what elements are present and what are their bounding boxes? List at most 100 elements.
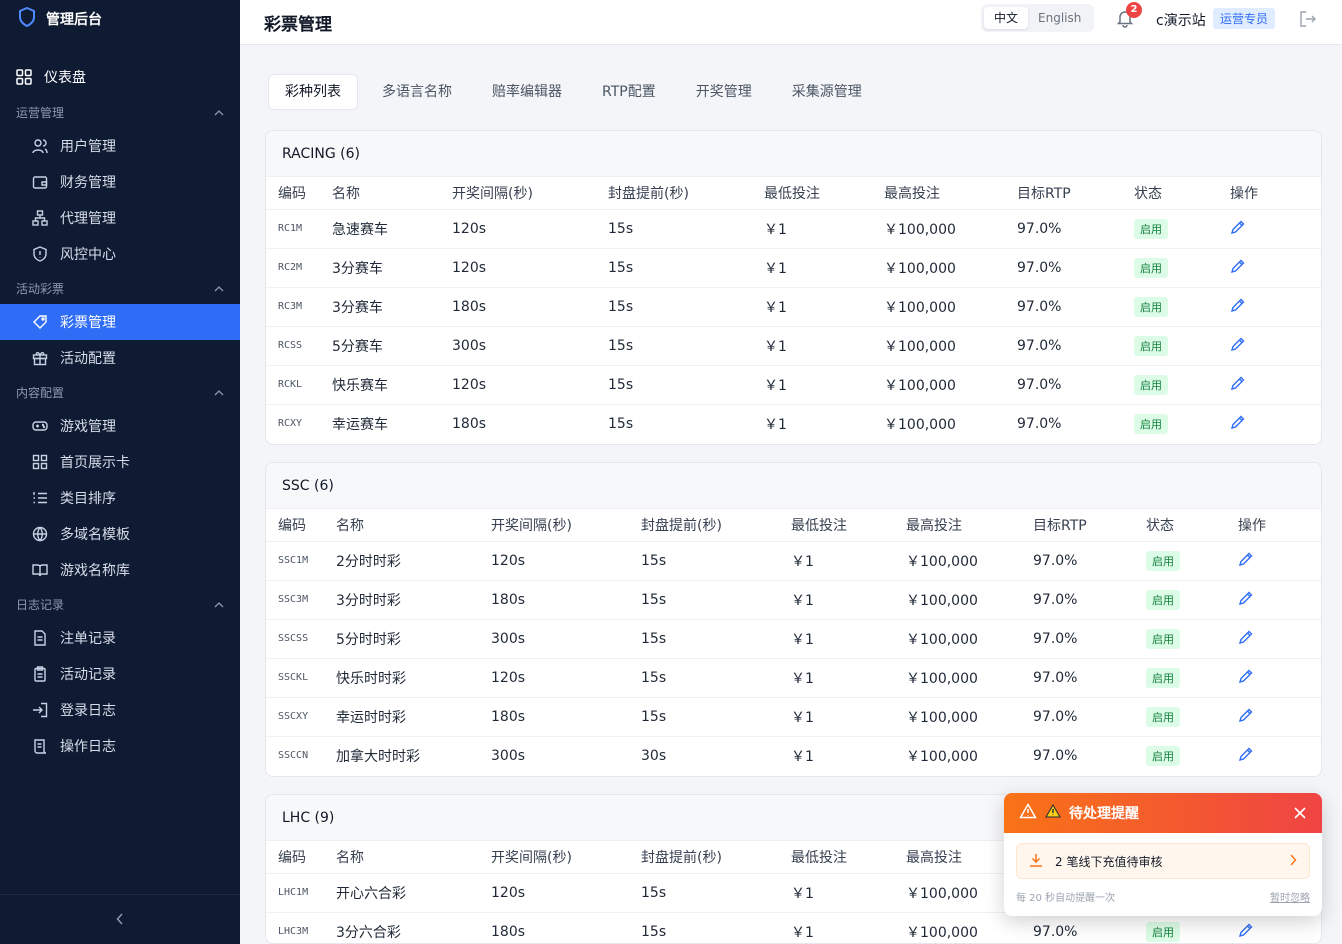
toast-pending-item[interactable]: 2 笔线下充值待审核 bbox=[1016, 843, 1310, 879]
cell-actions bbox=[1230, 287, 1321, 327]
sidebar-item-homecards[interactable]: 首页展示卡 bbox=[0, 444, 240, 480]
edit-icon[interactable] bbox=[1238, 668, 1254, 684]
cell-min-bet: ￥1 bbox=[791, 924, 814, 941]
cell-rtp: 97.0% bbox=[1017, 415, 1062, 432]
edit-icon[interactable] bbox=[1230, 414, 1246, 430]
cell-rtp: 97.0% bbox=[1033, 923, 1078, 940]
sidebar-item-domains[interactable]: 多域名模板 bbox=[0, 516, 240, 552]
dismiss-link[interactable]: 暂时忽略 bbox=[1270, 889, 1310, 904]
status-badge: 启用 bbox=[1134, 335, 1168, 356]
sidebar-item-dashboard[interactable]: 仪表盘 bbox=[0, 58, 240, 96]
sidebar-item-lottery[interactable]: 彩票管理 bbox=[0, 304, 240, 340]
lang-en-button[interactable]: English bbox=[1028, 7, 1091, 29]
edit-icon[interactable] bbox=[1238, 746, 1254, 762]
cell-interval: 120s bbox=[452, 248, 608, 288]
status-badge: 启用 bbox=[1146, 667, 1180, 688]
user-name: c演示站 bbox=[1156, 13, 1206, 29]
edit-icon[interactable] bbox=[1230, 297, 1246, 313]
sidebar-item-finance[interactable]: 财务管理 bbox=[0, 164, 240, 200]
close-icon[interactable] bbox=[1292, 805, 1308, 821]
notification-bell-button[interactable]: 2 bbox=[1115, 2, 1142, 28]
nav-group-ops[interactable]: 运营管理 bbox=[0, 96, 240, 128]
cell-interval: 300s bbox=[452, 326, 608, 366]
column-header: 名称 bbox=[336, 841, 491, 874]
cell-interval: 180s bbox=[491, 580, 641, 620]
sidebar-item-oplog[interactable]: 操作日志 bbox=[0, 728, 240, 764]
edit-icon[interactable] bbox=[1230, 219, 1246, 235]
cell-status: 启用 bbox=[1134, 404, 1230, 443]
cell-close-ahead: 15s bbox=[641, 923, 667, 940]
cell-rtp: 97.0% bbox=[1033, 541, 1146, 581]
cell-actions bbox=[1238, 619, 1321, 659]
nav-group-label: 活动彩票 bbox=[16, 281, 65, 296]
nav-group-logs[interactable]: 日志记录 bbox=[0, 588, 240, 620]
tab-odds-editor[interactable]: 赔率编辑器 bbox=[476, 74, 578, 110]
tab-multilang-names[interactable]: 多语言名称 bbox=[366, 74, 468, 110]
column-header: 最低投注 bbox=[791, 841, 906, 874]
cell-rtp: 97.0% bbox=[1017, 287, 1134, 327]
cell-code: RC2M bbox=[266, 248, 332, 288]
sidebar-item-login[interactable]: 登录日志 bbox=[0, 692, 240, 728]
cell-actions bbox=[1238, 541, 1321, 581]
toast-footer-text: 每 20 秒自动提醒一次 bbox=[1016, 893, 1116, 904]
sidebar-item-bets[interactable]: 注单记录 bbox=[0, 620, 240, 656]
edit-icon[interactable] bbox=[1238, 590, 1254, 606]
cell-interval: 120s bbox=[491, 658, 641, 698]
edit-icon[interactable] bbox=[1238, 629, 1254, 645]
edit-icon[interactable] bbox=[1238, 922, 1254, 938]
cell-name: 快乐时时彩 bbox=[336, 658, 491, 698]
cell-name: 幸运赛车 bbox=[332, 416, 388, 433]
edit-icon[interactable] bbox=[1230, 336, 1246, 352]
cell-max-bet: ￥100,000 bbox=[884, 248, 1017, 288]
file-text-icon bbox=[32, 630, 48, 646]
status-badge: 启用 bbox=[1146, 550, 1180, 571]
sidebar-item-activity[interactable]: 活动配置 bbox=[0, 340, 240, 376]
sidebar-collapse-button[interactable] bbox=[0, 894, 240, 944]
wallet-icon bbox=[32, 174, 48, 190]
cell-name: 3分赛车 bbox=[332, 248, 452, 288]
column-header: 开奖间隔(秒) bbox=[452, 177, 608, 210]
lang-zh-button[interactable]: 中文 bbox=[984, 7, 1029, 29]
column-header: 操作 bbox=[1230, 177, 1321, 210]
sidebar-item-agents[interactable]: 代理管理 bbox=[0, 200, 240, 236]
cell-interval: 120s bbox=[491, 873, 641, 913]
edit-icon[interactable] bbox=[1230, 258, 1246, 274]
sidebar-item-users[interactable]: 用户管理 bbox=[0, 128, 240, 164]
alert-triangle-icon bbox=[1019, 802, 1037, 823]
status-badge: 启用 bbox=[1134, 413, 1168, 434]
cell-close-ahead: 15s bbox=[608, 365, 764, 405]
cell-actions bbox=[1230, 404, 1321, 443]
nav-group-lottery[interactable]: 活动彩票 bbox=[0, 272, 240, 304]
edit-icon[interactable] bbox=[1238, 707, 1254, 723]
nav-group-label: 内容配置 bbox=[16, 385, 65, 400]
sidebar-item-risk[interactable]: 风控中心 bbox=[0, 236, 240, 272]
sidebar-item-actlog[interactable]: 活动记录 bbox=[0, 656, 240, 692]
sidebar-item-gamenames[interactable]: 游戏名称库 bbox=[0, 552, 240, 588]
edit-icon[interactable] bbox=[1238, 551, 1254, 567]
table-row: RC1M 急速赛车 120s 15s ￥1 ￥100,000 97.0% 启用 bbox=[266, 209, 1321, 249]
cell-max-bet: ￥100,000 bbox=[906, 541, 1033, 581]
nav-group-content[interactable]: 内容配置 bbox=[0, 376, 240, 408]
tab-source-management[interactable]: 采集源管理 bbox=[776, 74, 878, 110]
cell-code: LHC1M bbox=[266, 873, 336, 913]
column-header: 最高投注 bbox=[884, 177, 1017, 210]
tab-rtp-config[interactable]: RTP配置 bbox=[586, 74, 672, 110]
cell-status: 启用 bbox=[1146, 736, 1238, 775]
list-ordered-icon bbox=[32, 490, 48, 506]
cell-min-bet: ￥1 bbox=[791, 580, 906, 620]
sidebar-item-games[interactable]: 游戏管理 bbox=[0, 408, 240, 444]
edit-icon[interactable] bbox=[1230, 375, 1246, 391]
table-row: RCXY 幸运赛车 180s 15s ￥1 ￥100,000 97.0% 启用 bbox=[266, 404, 1321, 443]
role-badge: 运营专员 bbox=[1213, 8, 1276, 29]
tab-draw-management[interactable]: 开奖管理 bbox=[680, 74, 768, 110]
tab-lottery-list[interactable]: 彩种列表 bbox=[268, 74, 358, 110]
lottery-table: 编码 名称 开奖间隔(秒) 封盘提前(秒) 最低投注 最高投注 目标RTP 状态 操作 SSC1M… bbox=[266, 509, 1321, 775]
sidebar-item-sort[interactable]: 类目排序 bbox=[0, 480, 240, 516]
status-badge: 启用 bbox=[1146, 745, 1180, 766]
sidebar-item-label: 财务管理 bbox=[60, 175, 116, 191]
cell-interval: 120s bbox=[491, 541, 641, 581]
logout-button[interactable] bbox=[1299, 10, 1317, 28]
column-header: 开奖间隔(秒) bbox=[491, 509, 641, 542]
sidebar-item-label: 操作日志 bbox=[60, 739, 116, 755]
cell-max-bet: ￥100,000 bbox=[884, 365, 1017, 405]
